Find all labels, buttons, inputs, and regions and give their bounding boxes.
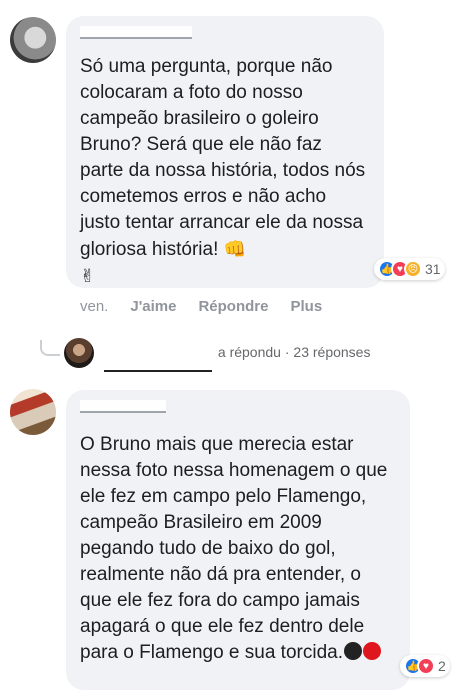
redacted-name [80, 26, 192, 39]
reactions-summary[interactable]: 👍 ♥ 😠 31 [374, 258, 445, 280]
angry-icon: 😠 [404, 260, 422, 278]
redacted-name [104, 362, 212, 372]
comment-text: Só uma pergunta, porque não colocaram a … [80, 56, 371, 286]
comment-bubble: Só uma pergunta, porque não colocaram a … [66, 16, 384, 288]
replied-label: a répondu [217, 344, 281, 360]
avatar[interactable] [10, 17, 56, 63]
fist-emoji: 👊 [223, 239, 247, 259]
replies-count: 23 réponses [293, 344, 371, 360]
replies-link[interactable]: a répondu · 23 réponses [104, 344, 371, 372]
black-circle-emoji [344, 642, 362, 660]
red-circle-emoji [363, 642, 381, 660]
comment-author[interactable] [80, 398, 396, 414]
avatar[interactable] [64, 338, 94, 368]
comment-bubble: O Bruno mais que merecia estar nessa fot… [66, 390, 410, 690]
comment-actions: ven. J'aime Répondre Plus [80, 298, 344, 315]
reaction-count: 31 [425, 261, 441, 277]
victory-emoji: ✌ [80, 266, 96, 286]
more-button[interactable]: Plus [290, 298, 322, 315]
separator: · [284, 344, 290, 360]
reaction-count: 2 [438, 658, 446, 674]
comment-author[interactable] [80, 24, 370, 40]
redacted-name [80, 400, 166, 413]
reply-button[interactable]: Répondre [198, 298, 268, 315]
love-icon: ♥ [417, 657, 435, 675]
comment-text: O Bruno mais que merecia estar nessa fot… [80, 434, 393, 663]
comment-time[interactable]: ven. [80, 298, 108, 315]
reply-connector [40, 340, 60, 356]
reactions-summary[interactable]: 👍 ♥ 2 [400, 655, 450, 677]
avatar[interactable] [10, 389, 56, 435]
like-button[interactable]: J'aime [130, 298, 176, 315]
